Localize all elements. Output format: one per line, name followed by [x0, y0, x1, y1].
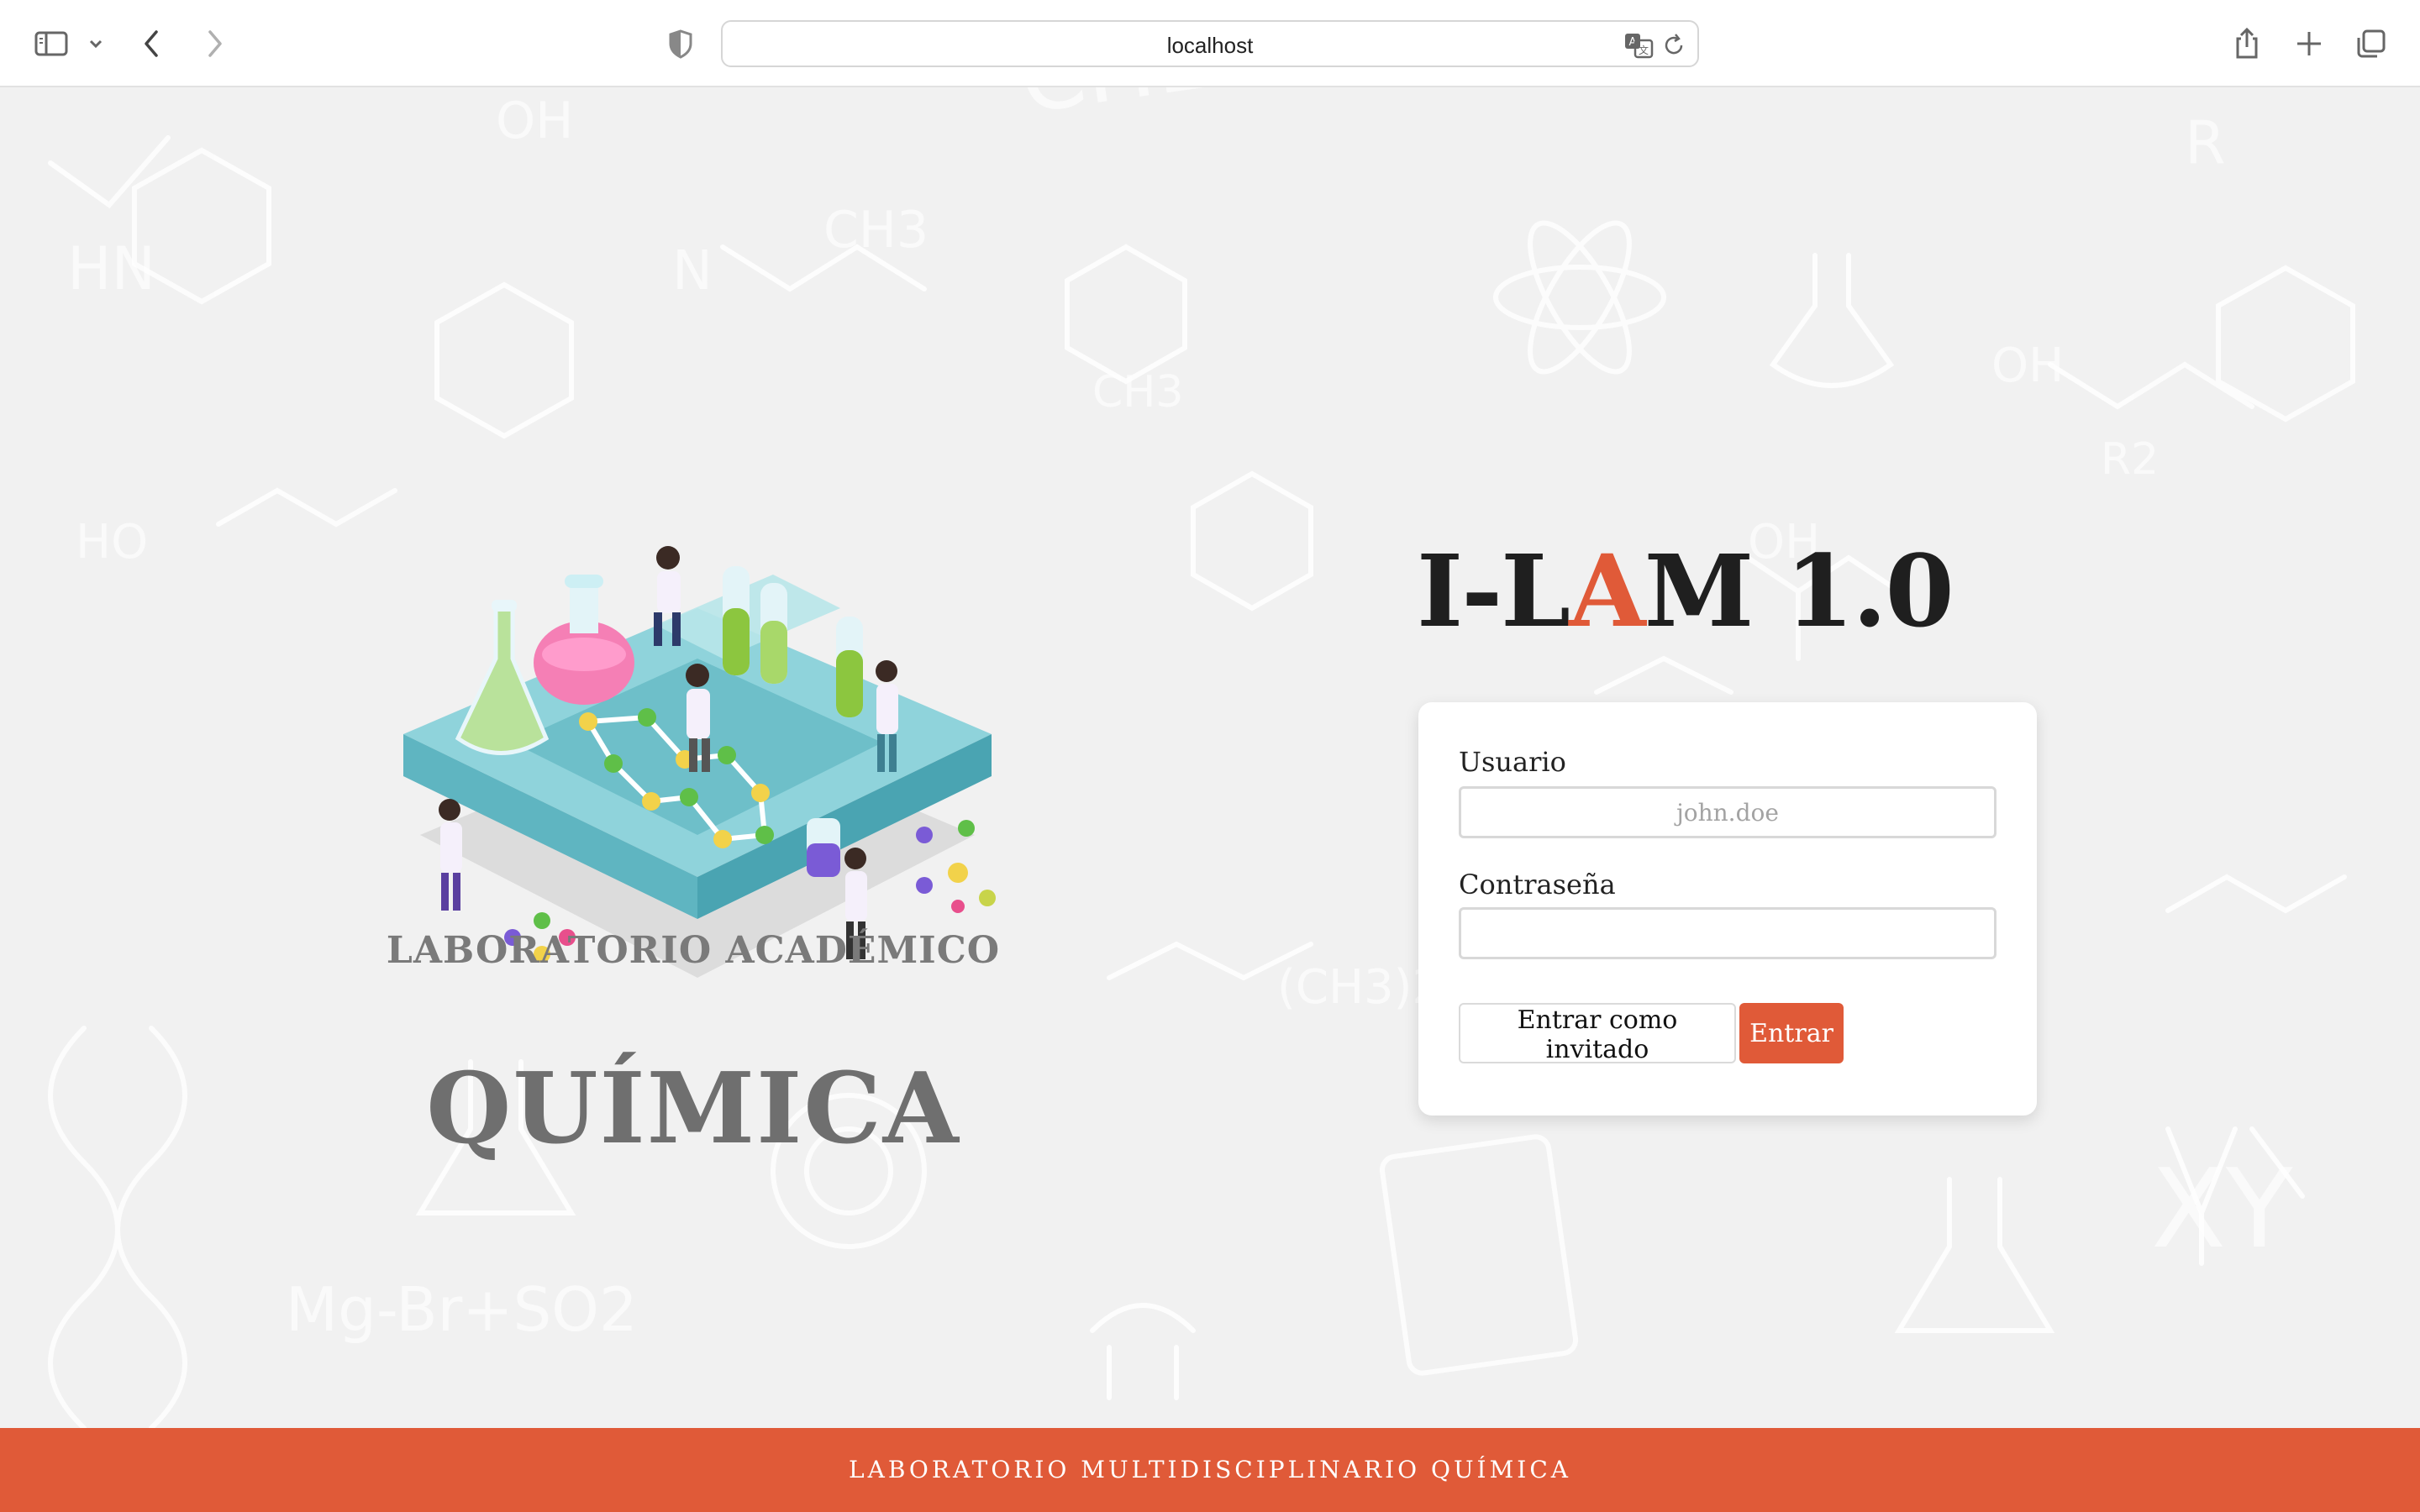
svg-text:R: R	[2185, 108, 2226, 177]
logo-suffix: M 1.0	[1644, 533, 1954, 649]
username-label: Usuario	[1459, 746, 1566, 778]
svg-text:HO: HO	[76, 515, 148, 570]
browser-toolbar: localhost A文	[0, 0, 2420, 87]
lab-title: LABORATORIO ACADÉMICO	[386, 929, 1001, 972]
svg-text:R2: R2	[2101, 434, 2159, 485]
tabs-overview-icon[interactable]	[2353, 25, 2390, 62]
plus-icon[interactable]	[2291, 25, 2328, 62]
login-submit-button[interactable]: Entrar	[1739, 1003, 1844, 1063]
chevron-right-icon[interactable]	[195, 25, 232, 62]
reload-icon[interactable]	[1659, 30, 1689, 60]
password-label: Contraseña	[1459, 869, 1616, 900]
svg-text:Mg-Br+SO2: Mg-Br+SO2	[286, 1274, 638, 1345]
chemistry-doodles-background: HN N CH3 OH HO CH3 R2 OH OH Mg-Br+SO2 C4…	[48, 87, 2355, 1428]
svg-text:XY: XY	[2151, 1145, 2293, 1273]
lab-subject: QUÍMICA	[426, 1052, 960, 1166]
svg-text:CH3: CH3	[823, 201, 929, 260]
logo-prefix: I-L	[1417, 533, 1570, 649]
guest-login-button[interactable]: Entrar como invitado	[1459, 1003, 1736, 1064]
translate-icon[interactable]: A文	[1622, 29, 1655, 62]
logo-accent-letter: A	[1569, 533, 1646, 649]
username-input[interactable]	[1459, 786, 1996, 838]
address-bar[interactable]: localhost A文	[721, 20, 1699, 67]
svg-text:OH: OH	[1991, 339, 2064, 393]
chevron-down-icon[interactable]	[84, 25, 108, 62]
login-card: Usuario Contraseña Entrar como invitado …	[1418, 702, 2037, 1116]
footer-banner: LABORATORIO MULTIDISCIPLINARIO QUÍMICA	[0, 1428, 2420, 1512]
chevron-left-icon[interactable]	[134, 25, 171, 62]
password-input[interactable]	[1459, 907, 1996, 959]
svg-text:N: N	[672, 240, 713, 302]
svg-text:(CH3)2: (CH3)2	[1277, 960, 1442, 1015]
share-icon[interactable]	[2228, 25, 2265, 62]
login-page: HN N CH3 OH HO CH3 R2 OH OH Mg-Br+SO2 C4…	[0, 87, 2420, 1428]
url-text: localhost	[1166, 33, 1254, 58]
svg-text:文: 文	[1639, 44, 1649, 56]
svg-text:HN: HN	[67, 234, 155, 303]
shield-icon[interactable]	[662, 25, 699, 62]
sidebar-icon[interactable]	[34, 25, 71, 62]
svg-text:CHEMIST: CHEMIST	[1013, 87, 1439, 134]
lab-illustration	[403, 546, 996, 978]
app-logo: I-LAM 1.0	[1417, 533, 2420, 649]
svg-text:CH3: CH3	[1092, 367, 1184, 417]
svg-text:OH: OH	[496, 92, 573, 150]
